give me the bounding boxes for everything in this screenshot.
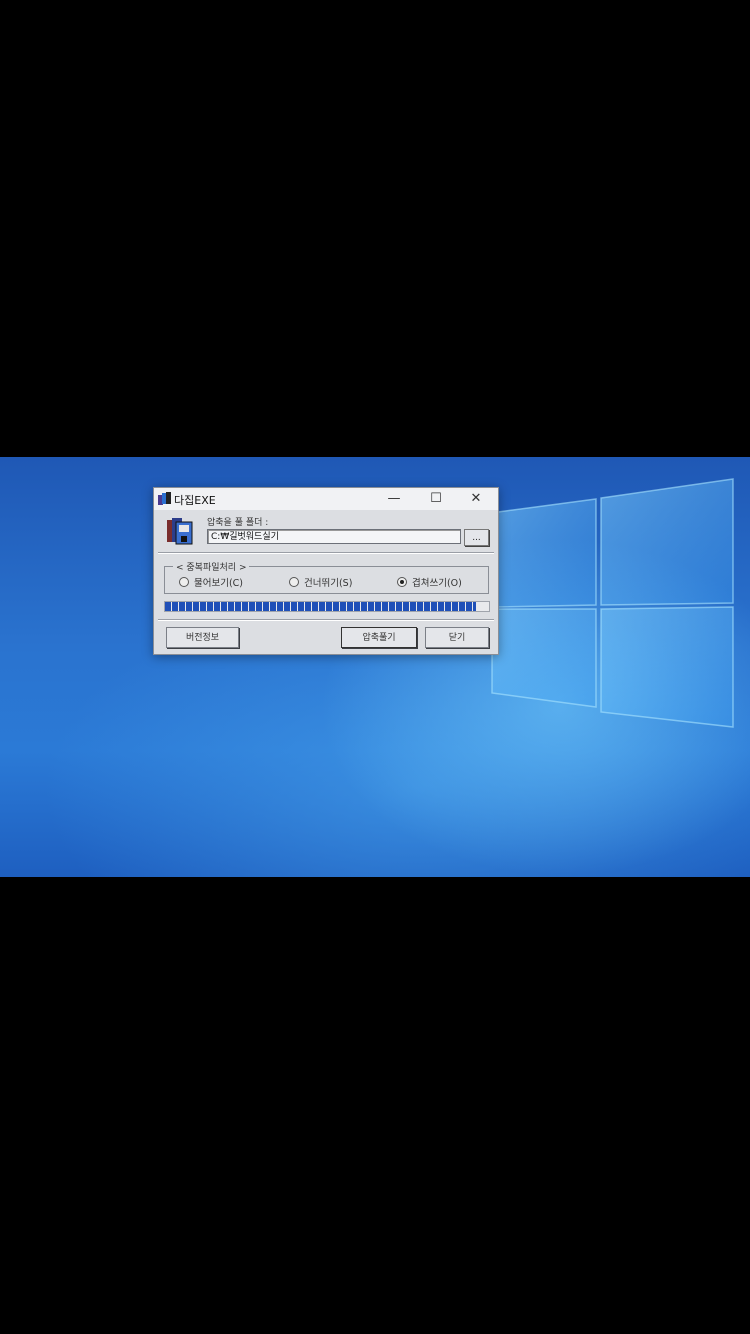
extract-folder-label: 압축을 풀 폴더 : bbox=[207, 518, 269, 528]
window-title: 다집EXE bbox=[174, 494, 216, 507]
dazip-exe-dialog: 다집EXE — ☐ ✕ 압축을 풀 폴더 : C:₩길벗워드실기 ... < 중… bbox=[153, 487, 499, 655]
extract-button[interactable]: 압축풀기 bbox=[341, 627, 417, 648]
radio-skip[interactable]: 건너뛰기(S) bbox=[289, 575, 352, 589]
radio-ask-dot bbox=[179, 577, 189, 587]
version-info-button[interactable]: 버전정보 bbox=[166, 627, 239, 648]
duplicate-file-legend: < 중복파일처리 > bbox=[173, 560, 250, 573]
app-icon bbox=[158, 492, 171, 505]
close-window-button[interactable]: ✕ bbox=[456, 488, 496, 510]
radio-overwrite[interactable]: 겹쳐쓰기(O) bbox=[397, 575, 462, 589]
radio-ask[interactable]: 물어보기(C) bbox=[179, 575, 243, 589]
radio-overwrite-label: 겹쳐쓰기(O) bbox=[412, 578, 462, 589]
close-button[interactable]: 닫기 bbox=[425, 627, 489, 648]
divider bbox=[158, 619, 494, 621]
minimize-button[interactable]: — bbox=[374, 488, 414, 510]
duplicate-file-group: < 중복파일처리 > 물어보기(C) 건너뛰기(S) 겹쳐쓰기(O) bbox=[164, 560, 489, 594]
radio-skip-dot bbox=[289, 577, 299, 587]
radio-skip-label: 건너뛰기(S) bbox=[304, 578, 353, 589]
browse-button[interactable]: ... bbox=[464, 529, 489, 546]
title-bar[interactable]: 다집EXE — ☐ ✕ bbox=[154, 488, 498, 510]
extract-progress-bar bbox=[164, 601, 490, 612]
archive-icon bbox=[167, 518, 193, 545]
radio-ask-label: 물어보기(C) bbox=[194, 578, 244, 589]
extract-folder-input[interactable]: C:₩길벗워드실기 bbox=[207, 529, 461, 544]
desktop-wallpaper: 다집EXE — ☐ ✕ 압축을 풀 폴더 : C:₩길벗워드실기 ... < 중… bbox=[0, 457, 750, 877]
radio-overwrite-dot bbox=[397, 577, 407, 587]
maximize-button[interactable]: ☐ bbox=[416, 488, 456, 510]
progress-fill bbox=[165, 602, 477, 611]
divider bbox=[158, 552, 494, 554]
